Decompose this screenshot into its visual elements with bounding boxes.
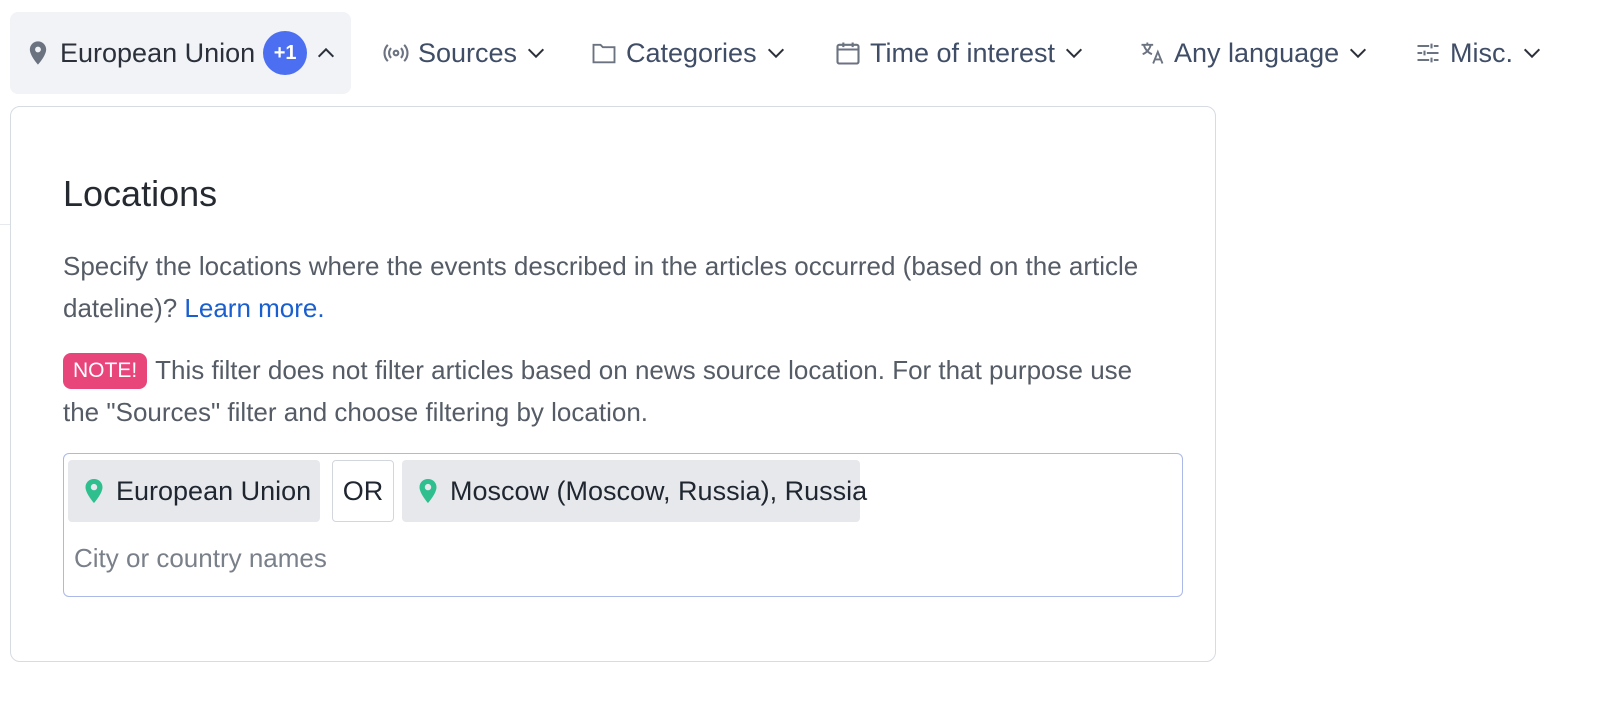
locations-popover: Locations Specify the locations where th…: [10, 106, 1216, 662]
filter-time-label: Time of interest: [870, 37, 1056, 68]
chevron-down-icon: [1063, 42, 1085, 64]
note-text: This filter does not filter articles bas…: [63, 355, 1133, 427]
chevron-down-icon: [765, 42, 787, 64]
background-divider: [0, 224, 10, 225]
folder-icon: [590, 39, 618, 67]
note-badge: NOTE!: [63, 353, 148, 389]
filter-locations[interactable]: European Union +1: [10, 12, 352, 94]
popover-note: NOTE! This filter does not filter article…: [63, 349, 1173, 433]
filter-categories-label: Categories: [626, 37, 757, 68]
filter-time-of-interest[interactable]: Time of interest: [834, 12, 1085, 94]
broadcast-icon: [382, 39, 410, 67]
map-pin-icon: [84, 478, 104, 504]
location-chip[interactable]: European Union: [68, 460, 320, 522]
filter-language[interactable]: Any language: [1138, 12, 1369, 94]
translate-icon: [1138, 39, 1166, 67]
filter-language-label: Any language: [1174, 37, 1340, 68]
filter-sources[interactable]: Sources: [382, 12, 547, 94]
filter-misc-label: Misc.: [1450, 37, 1513, 68]
learn-more-link[interactable]: Learn more.: [184, 293, 324, 323]
popover-description: Specify the locations where the events d…: [63, 245, 1173, 329]
sliders-icon: [1414, 39, 1442, 67]
location-chip[interactable]: Moscow (Moscow, Russia), Russia: [402, 460, 867, 522]
filter-categories[interactable]: Categories: [590, 12, 787, 94]
location-chip-label: European Union: [116, 475, 312, 506]
chevron-down-icon: [1347, 42, 1369, 64]
filter-sources-label: Sources: [418, 37, 518, 68]
map-pin-icon: [418, 478, 438, 504]
calendar-icon: [834, 39, 862, 67]
locations-count-badge: +1: [263, 31, 308, 75]
popover-title: Locations: [63, 173, 218, 214]
chevron-down-icon: [525, 42, 547, 64]
location-selector[interactable]: European Union OR Moscow (Moscow, Russia…: [63, 453, 1183, 597]
filter-locations-label: European Union: [60, 37, 256, 68]
filter-bar: European Union +1 Sources Categories Tim…: [0, 0, 1614, 110]
operator-toggle[interactable]: OR: [332, 460, 394, 522]
chevron-down-icon: [1521, 42, 1543, 64]
location-chip-label: Moscow (Moscow, Russia), Russia: [450, 475, 868, 506]
location-search-input[interactable]: [74, 534, 1154, 582]
filter-misc[interactable]: Misc.: [1414, 12, 1543, 94]
map-pin-icon: [24, 39, 52, 67]
chevron-up-icon: [315, 42, 337, 64]
